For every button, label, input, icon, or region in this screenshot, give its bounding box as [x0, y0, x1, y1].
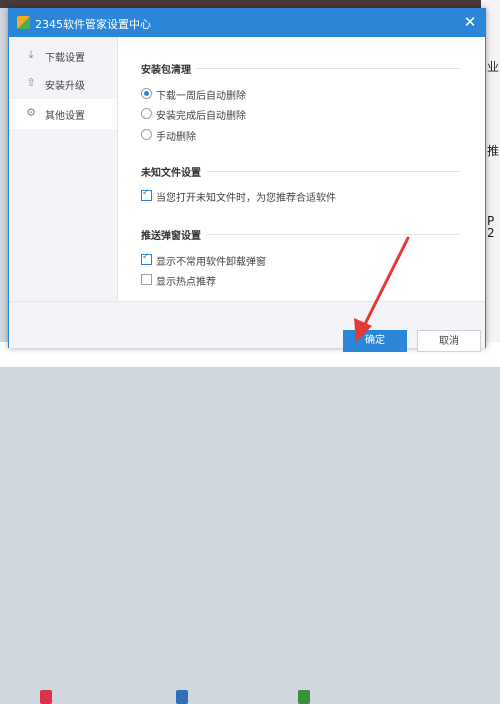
checkbox-recommend-software[interactable]: 当您打开未知文件时，为您推荐合适软件	[141, 188, 461, 204]
section-popup-header: 推送弹窗设置	[141, 227, 461, 242]
dialog-title: 2345软件管家设置中心	[35, 18, 151, 31]
radio-manual-delete[interactable]: 手动删除	[141, 128, 461, 143]
checkbox-hot-recommend[interactable]: 显示热点推荐	[141, 273, 461, 288]
section-unknown-files-header: 未知文件设置	[141, 164, 461, 179]
radio-delete-after-install[interactable]: 安装完成后自动删除	[141, 107, 461, 122]
option-label: 当您打开未知文件时，为您推荐合适软件	[156, 193, 336, 204]
close-icon[interactable]: ✕	[461, 13, 479, 31]
option-label: 下载一周后自动删除	[156, 91, 246, 102]
settings-sidebar: ⤓ 下载设置 ⇧ 安装升级 ⚙ 其他设置	[9, 37, 118, 301]
cancel-button[interactable]: 取消	[417, 330, 481, 352]
ok-button[interactable]: 确定	[343, 330, 407, 352]
title-bar: 2345软件管家设置中心 ✕	[9, 9, 485, 37]
radio-delete-after-week[interactable]: 下载一周后自动删除	[141, 87, 461, 102]
checkbox[interactable]	[141, 252, 152, 265]
sidebar-item-download[interactable]: ⤓ 下载设置	[9, 41, 117, 71]
background-app-icon	[40, 690, 52, 704]
radio-button[interactable]	[141, 108, 152, 119]
sidebar-item-install[interactable]: ⇧ 安装升级	[9, 69, 117, 99]
sidebar-item-label: 安装升级	[45, 81, 85, 92]
dialog-footer: 确定 取消	[9, 301, 485, 352]
background-page-top	[0, 0, 500, 8]
checkbox[interactable]	[141, 274, 152, 285]
option-label: 显示热点推荐	[156, 277, 216, 288]
upload-icon: ⇧	[26, 76, 36, 89]
checkbox[interactable]	[141, 188, 152, 201]
radio-button[interactable]	[141, 88, 152, 99]
background-text: 2	[487, 226, 495, 240]
app-logo-icon	[17, 16, 30, 29]
gear-icon: ⚙	[26, 106, 36, 119]
settings-panel: 安装包清理 下载一周后自动删除 安装完成后自动删除 手动删除 未知文件设置 当您…	[141, 37, 481, 301]
background-text: 业	[487, 60, 500, 74]
section-title: 安装包清理	[141, 61, 197, 76]
option-label: 手动删除	[156, 132, 196, 143]
radio-button[interactable]	[141, 129, 152, 140]
background-text: 推	[487, 144, 500, 158]
section-title: 推送弹窗设置	[141, 227, 207, 242]
option-label: 安装完成后自动删除	[156, 111, 246, 122]
background-app-icon	[176, 690, 188, 704]
sidebar-item-label: 下载设置	[45, 53, 85, 64]
checkbox-uninstall-popup[interactable]: 显示不常用软件卸载弹窗	[141, 252, 461, 268]
settings-dialog: 2345软件管家设置中心 ✕ ⤓ 下载设置 ⇧ 安装升级 ⚙ 其他设置 安装包清…	[8, 8, 486, 352]
sidebar-item-label: 其他设置	[45, 111, 85, 122]
background-app-icon	[298, 690, 310, 704]
section-title: 未知文件设置	[141, 164, 207, 179]
section-cleanup-header: 安装包清理	[141, 61, 461, 76]
sidebar-item-other[interactable]: ⚙ 其他设置	[9, 99, 117, 129]
download-icon: ⤓	[28, 48, 34, 61]
option-label: 显示不常用软件卸载弹窗	[156, 257, 266, 268]
